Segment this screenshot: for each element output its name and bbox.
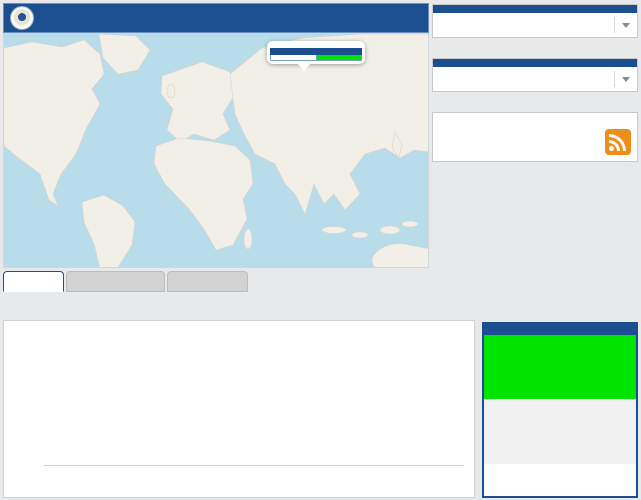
parameter-dropdown-arrow-icon[interactable] — [622, 77, 630, 82]
health-message-body — [484, 402, 636, 404]
rss-feed-box — [432, 112, 638, 162]
divider — [614, 17, 615, 33]
parameter-select-label — [433, 59, 637, 67]
divider — [614, 71, 615, 87]
city-select[interactable] — [433, 13, 637, 37]
view-tabs — [3, 271, 248, 292]
tab-concentration[interactable] — [66, 271, 165, 292]
city-dropdown-arrow-icon[interactable] — [622, 23, 630, 28]
parameter-select[interactable] — [433, 67, 637, 91]
aqi-chart-panel — [3, 320, 475, 498]
world-map-tiles — [4, 34, 429, 268]
us-state-seal-icon — [11, 7, 33, 29]
rss-city-label — [433, 113, 637, 119]
tab-historical[interactable] — [167, 271, 248, 292]
map-popup — [267, 41, 365, 64]
aqi-world-map[interactable] — [3, 33, 429, 268]
x-axis-line — [44, 465, 464, 466]
current-conditions-panel — [482, 322, 638, 498]
tab-aqi[interactable] — [3, 271, 64, 292]
chart-plot-area — [44, 357, 464, 465]
popup-aqi-value — [316, 55, 362, 61]
city-select-panel — [432, 4, 638, 38]
popup-pollutant-value — [271, 55, 317, 61]
popup-pointer — [297, 63, 311, 71]
current-conditions-header — [484, 324, 636, 335]
city-select-label — [433, 5, 637, 13]
aqi-value-box — [484, 335, 636, 399]
popup-aqi-table — [270, 48, 362, 61]
parameter-select-panel — [432, 58, 638, 92]
rss-icon[interactable] — [605, 129, 631, 155]
health-message-box — [484, 399, 636, 464]
chart-bars — [44, 357, 464, 465]
app-header — [3, 3, 429, 33]
